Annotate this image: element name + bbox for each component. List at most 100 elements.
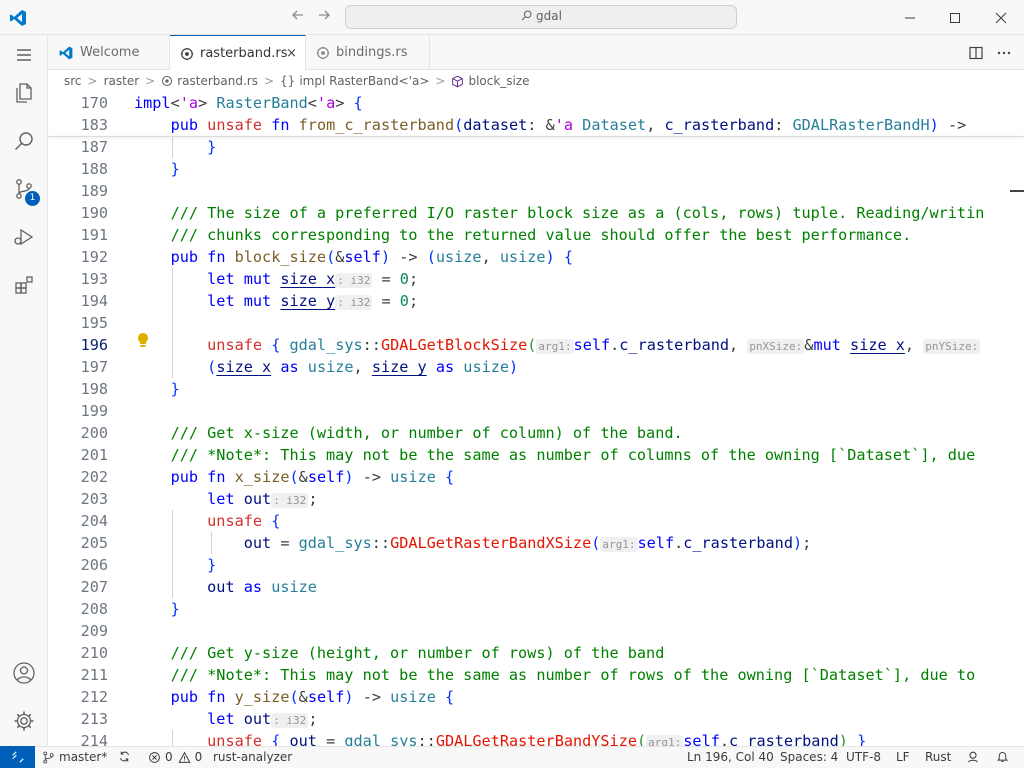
feedback-icon [968, 751, 978, 763]
code-line[interactable]: 191 /// chunks corresponding to the retu… [48, 224, 1024, 246]
title-bar: gdal [0, 0, 1024, 35]
minimize-button[interactable] [887, 0, 933, 35]
line-number: 170 [80, 94, 108, 112]
sync-button[interactable] [118, 750, 135, 763]
remote-indicator-button[interactable] [0, 746, 35, 768]
editor-tab-bar: Welcome rasterband.rs × bindings.rs [48, 35, 1024, 71]
line-number: 193 [80, 270, 108, 288]
feedback-button[interactable] [966, 750, 984, 764]
code-line[interactable]: 213 let out: i32; [48, 708, 1024, 730]
maximize-button[interactable] [932, 0, 978, 35]
scrollbar-cursor-marker [1010, 190, 1024, 192]
code-line[interactable]: 188 } [48, 158, 1024, 180]
line-number: 188 [80, 160, 108, 178]
breadcrumb-item-impl[interactable]: impl RasterBand<'a> [299, 74, 429, 88]
cursor-position-status[interactable]: Ln 196, Col 40 [687, 750, 774, 764]
line-number: 194 [80, 292, 108, 310]
run-debug-icon[interactable] [0, 217, 48, 257]
breadcrumb-item-raster[interactable]: raster [104, 74, 140, 88]
status-bar: master* 0 0 rust-analyzer Ln 196, Col 40… [0, 746, 1024, 768]
forward-arrow-icon[interactable] [314, 7, 334, 27]
code-line[interactable]: 209 [48, 620, 1024, 642]
extensions-icon[interactable] [0, 265, 48, 305]
notifications-button[interactable] [996, 750, 1013, 763]
code-line[interactable]: 203 let out: i32; [48, 488, 1024, 510]
search-view-icon[interactable] [0, 121, 48, 161]
search-text: gdal [536, 9, 562, 23]
eol-status[interactable]: LF [896, 750, 910, 764]
indentation-status[interactable]: Spaces: 4 [780, 750, 838, 764]
command-center-search[interactable]: gdal [345, 5, 737, 29]
code-line[interactable]: 210 /// Get y-size (height, or number of… [48, 642, 1024, 664]
sticky-code-line[interactable]: 170 impl<'a> RasterBand<'a> { [48, 92, 1024, 114]
sticky-code-line[interactable]: 183 pub unsafe fn from_c_rasterband(data… [48, 114, 1024, 136]
code-text: pub fn block_size(&self) -> (usize, usiz… [170, 248, 574, 266]
tab-close-icon[interactable]: × [286, 46, 297, 61]
code-line[interactable]: 214 unsafe { out = gdal_sys::GDALGetRast… [48, 730, 1024, 746]
code-line[interactable]: 202 pub fn x_size(&self) -> usize { [48, 466, 1024, 488]
line-number: 199 [80, 402, 108, 420]
language-mode-status[interactable]: Rust [925, 750, 951, 764]
code-line[interactable]: 208 } [48, 598, 1024, 620]
code-line[interactable]: 200 /// Get x-size (width, or number of … [48, 422, 1024, 444]
menu-icon[interactable] [0, 35, 48, 75]
back-arrow-icon[interactable] [288, 7, 308, 27]
tab-label: Welcome [80, 45, 140, 60]
code-text: } [170, 380, 180, 398]
breadcrumb-separator: > [87, 74, 98, 88]
breadcrumb-item-src[interactable]: src [64, 74, 82, 88]
code-line[interactable]: 211 /// *Note*: This may not be the same… [48, 664, 1024, 686]
code-text: /// chunks corresponding to the returned… [170, 226, 912, 244]
code-line[interactable]: 198 } [48, 378, 1024, 400]
settings-gear-icon[interactable] [0, 701, 48, 741]
line-number: 210 [80, 644, 108, 662]
source-control-icon[interactable]: 1 [0, 169, 48, 209]
code-line[interactable]: 197 (size_x as usize, size_y as usize) [48, 356, 1024, 378]
branch-status[interactable]: master* [42, 750, 107, 764]
line-number: 197 [80, 358, 108, 376]
code-line[interactable]: 196 unsafe { gdal_sys::GDALGetBlockSize(… [48, 334, 1024, 356]
line-number: 212 [80, 688, 108, 706]
code-line[interactable]: 204 unsafe { [48, 510, 1024, 532]
code-line[interactable]: 207 out as usize [48, 576, 1024, 598]
code-line[interactable]: 206 } [48, 554, 1024, 576]
close-window-button[interactable] [978, 0, 1024, 35]
code-line[interactable]: 195 [48, 312, 1024, 334]
tab-bindings-rs[interactable]: bindings.rs [306, 35, 430, 70]
code-line[interactable]: 189 [48, 180, 1024, 202]
breadcrumb-separator: > [145, 74, 156, 88]
code-text: out = gdal_sys::GDALGetRasterBandXSize(a… [243, 534, 812, 552]
account-icon[interactable] [0, 653, 48, 693]
language-server-status[interactable]: rust-analyzer [213, 750, 292, 764]
code-line[interactable]: 187 } [48, 136, 1024, 158]
lightbulb-icon[interactable] [136, 332, 150, 348]
code-line[interactable]: 193 let mut size_x: i32 = 0; [48, 268, 1024, 290]
code-line[interactable]: 199 [48, 400, 1024, 422]
code-text: out as usize [207, 578, 317, 596]
code-line[interactable]: 205 out = gdal_sys::GDALGetRasterBandXSi… [48, 532, 1024, 554]
code-line[interactable]: 192 pub fn block_size(&self) -> (usize, … [48, 246, 1024, 268]
code-line[interactable]: 201 /// *Note*: This may not be the same… [48, 444, 1024, 466]
breadcrumb-item-method[interactable]: block_size [468, 74, 529, 88]
code-line[interactable]: 212 pub fn y_size(&self) -> usize { [48, 686, 1024, 708]
explorer-icon[interactable] [0, 73, 48, 113]
breadcrumb-item-file[interactable]: rasterband.rs [177, 74, 258, 88]
line-number: 201 [80, 446, 108, 464]
sync-icon [119, 751, 130, 762]
tab-welcome[interactable]: Welcome [48, 35, 170, 70]
code-text: (size_x as usize, size_y as usize) [207, 358, 519, 376]
line-number: 214 [80, 732, 108, 746]
line-number: 192 [80, 248, 108, 266]
code-editor[interactable]: 170 impl<'a> RasterBand<'a> {183 pub unsa… [48, 92, 1024, 746]
problems-status[interactable]: 0 0 [148, 750, 202, 764]
breadcrumb-separator: > [263, 74, 275, 88]
code-line[interactable]: 194 let mut size_y: i32 = 0; [48, 290, 1024, 312]
line-number: 206 [80, 556, 108, 574]
split-editor-icon[interactable] [965, 42, 987, 64]
encoding-status[interactable]: UTF-8 [846, 750, 881, 764]
indentation-label: Spaces: 4 [780, 750, 839, 764]
tab-rasterband-rs[interactable]: rasterband.rs × [170, 35, 306, 71]
more-actions-icon[interactable] [993, 42, 1015, 64]
vscode-logo-icon [58, 45, 74, 61]
code-line[interactable]: 190 /// The size of a preferred I/O rast… [48, 202, 1024, 224]
